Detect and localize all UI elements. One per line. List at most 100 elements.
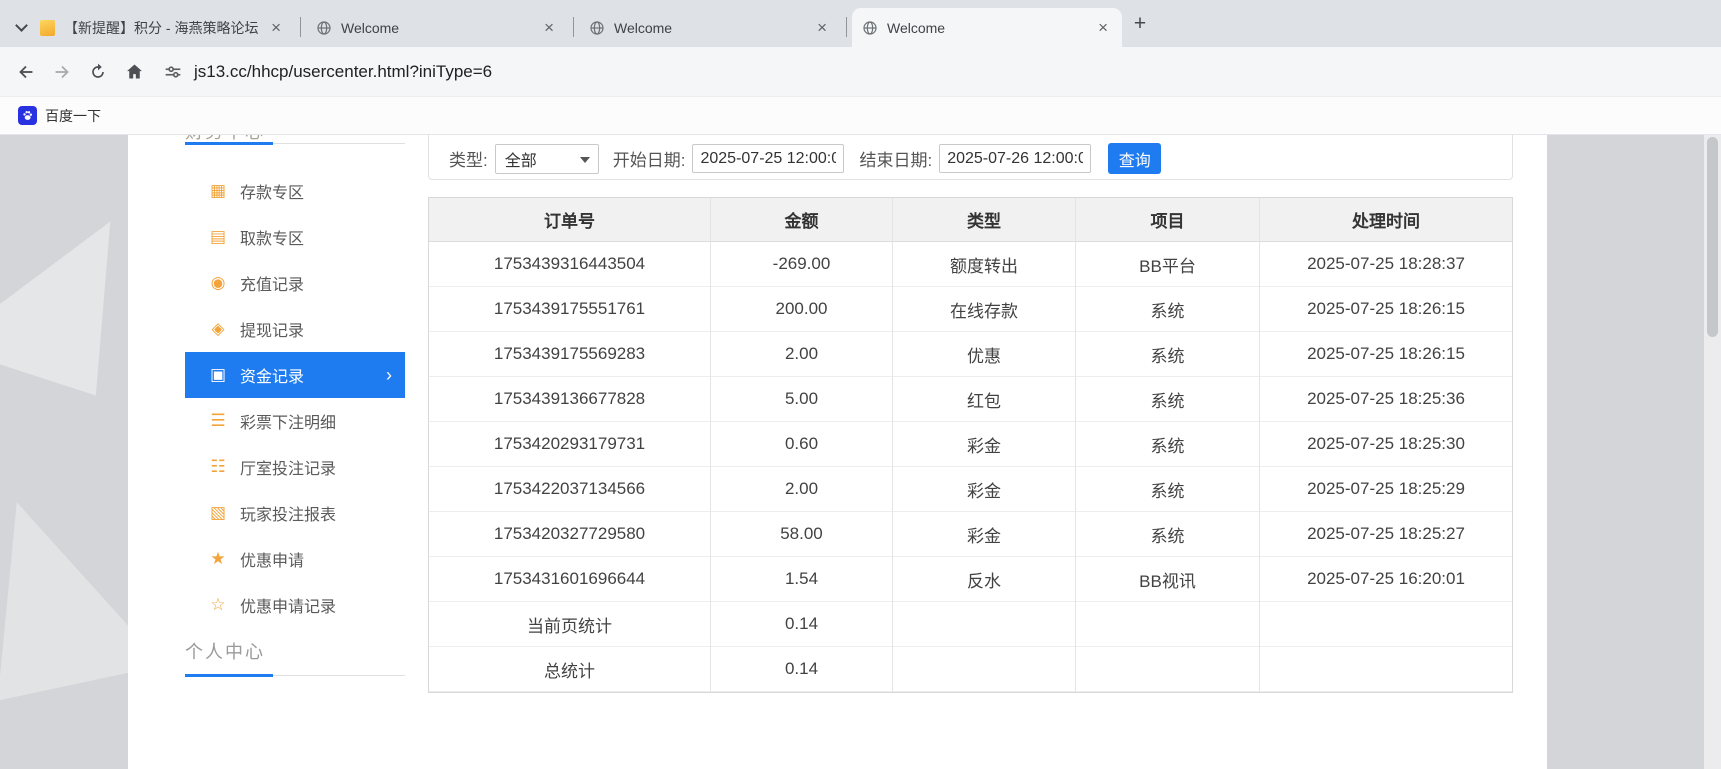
order-id: 1753420327729580 bbox=[429, 512, 711, 557]
sidebar-item-label: 优惠申请记录 bbox=[240, 599, 337, 616]
page-total-label: 当前页统计 bbox=[429, 602, 711, 647]
gem-icon: ◈ bbox=[211, 319, 225, 338]
scrollbar[interactable] bbox=[1704, 135, 1721, 769]
type: 优惠 bbox=[893, 332, 1076, 377]
divider-accent bbox=[185, 674, 273, 677]
tab-separator bbox=[573, 17, 574, 37]
type-select-value: 全部 bbox=[504, 152, 537, 170]
order-id: 1753422037134566 bbox=[429, 467, 711, 512]
bookmark-baidu[interactable]: 百度一下 bbox=[10, 102, 109, 130]
divider-accent bbox=[185, 142, 273, 145]
globe-icon bbox=[590, 20, 604, 35]
amount: 1.54 bbox=[711, 557, 893, 602]
close-icon[interactable]: × bbox=[1094, 18, 1112, 37]
column-header: 处理时间 bbox=[1260, 198, 1512, 242]
close-icon[interactable]: × bbox=[267, 18, 285, 37]
order-id: 1753439175551761 bbox=[429, 287, 711, 332]
type: 额度转出 bbox=[893, 242, 1076, 287]
home-icon bbox=[126, 64, 142, 79]
chevron-right-icon: › bbox=[386, 364, 392, 385]
empty-cell bbox=[1260, 602, 1512, 647]
empty-cell bbox=[1076, 602, 1260, 647]
amount: 200.00 bbox=[711, 287, 893, 332]
project: 系统 bbox=[1076, 512, 1260, 557]
sidebar-item-deposit[interactable]: ▦ 存款专区 bbox=[185, 168, 405, 214]
amount: 0.60 bbox=[711, 422, 893, 467]
tab-title: Welcome bbox=[341, 19, 400, 36]
column-header: 金额 bbox=[711, 198, 893, 242]
column-header: 项目 bbox=[1076, 198, 1260, 242]
project: 系统 bbox=[1076, 467, 1260, 512]
type: 彩金 bbox=[893, 422, 1076, 467]
sidebar-item-withdraw[interactable]: ▤ 取款专区 bbox=[185, 214, 405, 260]
processed-time: 2025-07-25 18:26:15 bbox=[1260, 332, 1512, 377]
processed-time: 2025-07-25 16:20:01 bbox=[1260, 557, 1512, 602]
project: 系统 bbox=[1076, 377, 1260, 422]
sidebar-item-label: 玩家投注报表 bbox=[240, 507, 337, 524]
page-content: 财务中心 ▦ 存款专区 ▤ 取款专区 ◉ 充值记录 ◈ 提现记录 bbox=[0, 135, 1721, 769]
reload-button[interactable] bbox=[80, 54, 116, 90]
tab-welcome-active[interactable]: Welcome × bbox=[852, 8, 1122, 47]
home-button[interactable] bbox=[116, 54, 152, 90]
sidebar-item-label: 存款专区 bbox=[240, 185, 305, 202]
end-date-input[interactable] bbox=[939, 144, 1092, 173]
amount: 5.00 bbox=[711, 377, 893, 422]
wallet-icon: ▣ bbox=[209, 365, 227, 384]
tab-welcome-2[interactable]: Welcome × bbox=[579, 8, 841, 47]
tab-welcome-1[interactable]: Welcome × bbox=[306, 8, 568, 47]
amount: 58.00 bbox=[711, 512, 893, 557]
start-date-input[interactable] bbox=[692, 144, 845, 173]
processed-time: 2025-07-25 18:25:27 bbox=[1260, 512, 1512, 557]
funds-table: 订单号 金额 类型 项目 处理时间 1753439316443504 -269.… bbox=[428, 197, 1513, 693]
back-button[interactable] bbox=[8, 54, 44, 90]
sidebar-item-label: 充值记录 bbox=[240, 277, 305, 294]
site-settings-icon bbox=[165, 65, 181, 78]
type-select[interactable]: 全部 bbox=[494, 143, 599, 174]
sidebar-item-promo-records[interactable]: ☆ 优惠申请记录 bbox=[185, 582, 405, 628]
url-text[interactable]: js13.cc/hhcp/usercenter.html?iniType=6 bbox=[194, 62, 492, 82]
processed-time: 2025-07-25 18:25:29 bbox=[1260, 467, 1512, 512]
type: 彩金 bbox=[893, 512, 1076, 557]
browser-window: 【新提醒】积分 - 海燕策略论坛 × Welcome × Welcome × W… bbox=[0, 0, 1721, 769]
type: 彩金 bbox=[893, 467, 1076, 512]
order-id: 1753439175569283 bbox=[429, 332, 711, 377]
empty-cell bbox=[893, 602, 1076, 647]
search-button[interactable]: 查询 bbox=[1108, 143, 1162, 174]
grand-total-label: 总统计 bbox=[429, 647, 711, 692]
empty-cell bbox=[1076, 647, 1260, 692]
sidebar-section-personal: 个人中心 bbox=[185, 642, 265, 662]
forward-button[interactable] bbox=[44, 54, 80, 90]
baidu-icon bbox=[18, 106, 37, 125]
project: BB视讯 bbox=[1076, 557, 1260, 602]
sidebar-item-label: 取款专区 bbox=[240, 231, 305, 248]
type: 在线存款 bbox=[893, 287, 1076, 332]
sidebar-item-player-report[interactable]: ▧ 玩家投注报表 bbox=[185, 490, 405, 536]
type-label: 类型: bbox=[449, 151, 488, 170]
chevron-down-icon bbox=[14, 18, 28, 32]
sidebar-item-withdraw-records[interactable]: ◈ 提现记录 bbox=[185, 306, 405, 352]
sidebar-item-hall-bets[interactable]: ☷ 厅室投注记录 bbox=[185, 444, 405, 490]
tab-title: 【新提醒】积分 - 海燕策略论坛 bbox=[64, 19, 259, 36]
watermark-triangle bbox=[0, 184, 149, 396]
close-icon[interactable]: × bbox=[540, 18, 558, 37]
close-icon[interactable]: × bbox=[813, 18, 831, 37]
project: 系统 bbox=[1076, 422, 1260, 467]
reload-icon bbox=[92, 63, 104, 78]
scrollbar-thumb[interactable] bbox=[1707, 137, 1718, 337]
processed-time: 2025-07-25 18:25:30 bbox=[1260, 422, 1512, 467]
tab-forum[interactable]: 【新提醒】积分 - 海燕策略论坛 × bbox=[30, 8, 295, 47]
globe-icon bbox=[317, 20, 331, 35]
tab-search-button[interactable] bbox=[10, 16, 32, 38]
new-tab-button[interactable]: + bbox=[1128, 12, 1152, 36]
forward-icon bbox=[55, 65, 69, 78]
tab-title: Welcome bbox=[887, 19, 946, 36]
sidebar-item-promo-apply[interactable]: ★ 优惠申请 bbox=[185, 536, 405, 582]
sidebar-item-label: 资金记录 bbox=[240, 369, 305, 386]
sidebar-item-lottery-bets[interactable]: ☰ 彩票下注明细 bbox=[185, 398, 405, 444]
tab-separator bbox=[846, 17, 847, 37]
sidebar-item-funds-records[interactable]: ▣ 资金记录 › bbox=[185, 352, 405, 398]
column-header: 订单号 bbox=[429, 198, 711, 242]
address-bar[interactable]: js13.cc/hhcp/usercenter.html?iniType=6 bbox=[162, 61, 492, 83]
sidebar-item-recharge-records[interactable]: ◉ 充值记录 bbox=[185, 260, 405, 306]
tab-bar: 【新提醒】积分 - 海燕策略论坛 × Welcome × Welcome × W… bbox=[0, 0, 1721, 47]
